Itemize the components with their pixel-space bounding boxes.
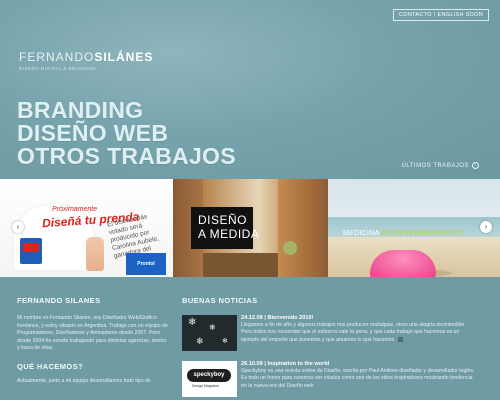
headline-line-branding: BRANDING: [17, 97, 144, 123]
news-item: speckyboy Design Magazine 26.10.09 | Ins…: [182, 361, 478, 397]
mannequin-image: [86, 237, 104, 271]
product-box-image: Prontol: [126, 253, 166, 275]
news-text-content: Speckyboy es una revista online de Diseñ…: [241, 368, 475, 389]
slider-next-icon[interactable]: ›: [480, 221, 492, 233]
what-title: QUÉ HACEMOS?: [17, 361, 84, 371]
speckyboy-logo: speckyboy: [187, 369, 231, 382]
contact-link[interactable]: CONTACTO: [399, 12, 432, 18]
news-title: BUENAS NOTICIAS: [182, 296, 258, 305]
product-bag-image: [20, 238, 42, 264]
news-text-content: Llegamos a fin de año y algunos trabajos…: [241, 322, 466, 343]
slider-prev-icon[interactable]: ‹: [12, 221, 24, 233]
page: CONTACTO | ENGLISH SOON FERNANDOSILÁNES …: [0, 0, 500, 400]
recent-works-link[interactable]: ÚLTIMOS TRABAJOS ›: [402, 162, 479, 169]
news-body: 24.12.09 | Bienvenido 2010! Llegamos a f…: [241, 315, 478, 351]
speckyboy-tagline: Design Magazine: [192, 384, 220, 388]
news-body: 26.10.09 | Inspiration to the world Spec…: [241, 361, 478, 397]
news-item: ❄ ❄ ❄ ❄ 24.12.09 | Bienvenido 2010! Lleg…: [182, 315, 478, 351]
snowflake-icon: ❄: [188, 317, 197, 328]
slide3-label: MEDICINA ANTIENVEJECIMIENTO: [343, 230, 464, 237]
nav-separator: |: [433, 12, 436, 18]
slide3-word1: MEDICINA: [343, 230, 380, 237]
slide2-label-line1: DISEÑO: [198, 213, 248, 227]
header-hero: CONTACTO | ENGLISH SOON FERNANDOSILÁNES …: [0, 0, 500, 180]
brand-name-last: SILÁNES: [94, 50, 154, 64]
news-text: Llegamos a fin de año y algunos trabajos…: [241, 322, 478, 344]
recent-works-label: ÚLTIMOS TRABAJOS: [401, 162, 469, 169]
slide-disena-tu-prenda[interactable]: Próximamente Diseñá tu prenda El diseño …: [0, 179, 173, 277]
about-text: Mi nombre es Fernando Silanes, soy Diseñ…: [17, 315, 168, 352]
top-nav: CONTACTO | ENGLISH SOON: [393, 9, 489, 21]
brand-logo[interactable]: FERNANDOSILÁNES: [19, 50, 153, 64]
about-column: FERNANDO SILANES Mi nombre es Fernando S…: [17, 296, 169, 386]
hero-headline: BRANDING DISEÑO WEB OTROS TRABAJOS: [17, 99, 236, 168]
slide-diseno-a-medida[interactable]: DISEÑO A MEDIDA: [173, 179, 328, 277]
plant-image: [283, 241, 297, 255]
news-heading[interactable]: 26.10.09 | Inspiration to the world: [241, 361, 478, 367]
brand-name-first: FERNANDO: [19, 50, 95, 64]
news-column: BUENAS NOTICIAS ❄ ❄ ❄ ❄ 24.12.09 | Bienv…: [182, 296, 478, 397]
brand-subtitle: DISEÑO DIGITAL & BRANDING: [19, 66, 97, 71]
news-text: Speckyboy es una revista online de Diseñ…: [241, 368, 478, 390]
pink-tube-image: [370, 250, 436, 277]
snowflake-icon: ❄: [196, 336, 204, 346]
works-slider: Próximamente Diseñá tu prenda El diseño …: [0, 179, 500, 277]
counter-image: [203, 253, 278, 277]
english-link[interactable]: ENGLISH SOON: [438, 12, 483, 18]
headline-line-others: OTROS TRABAJOS: [17, 143, 236, 169]
read-more-icon[interactable]: [397, 336, 403, 342]
arrow-circle-icon: ›: [472, 162, 479, 169]
content-area: FERNANDO SILANES Mi nombre es Fernando S…: [0, 277, 500, 400]
slide3-word2: ANTIENVEJECIMIENTO: [381, 230, 464, 237]
about-title: FERNANDO SILANES: [17, 296, 101, 305]
slide2-label: DISEÑO A MEDIDA: [191, 207, 260, 249]
headline-line-web: DISEÑO WEB: [17, 120, 169, 146]
snowflake-icon: ❄: [209, 323, 216, 332]
news-heading[interactable]: 24.12.09 | Bienvenido 2010!: [241, 315, 478, 321]
door-image-right: [278, 179, 318, 277]
speckyboy-thumbnail[interactable]: speckyboy Design Magazine: [182, 361, 237, 397]
slide2-label-line2: A MEDIDA: [198, 227, 260, 241]
snowflake-thumbnail[interactable]: ❄ ❄ ❄ ❄: [182, 315, 237, 351]
snowflake-icon: ❄: [222, 338, 228, 345]
what-text: Actualmente, junto a mi equipo desarroll…: [17, 377, 151, 384]
slide-medicina[interactable]: MEDICINA ANTIENVEJECIMIENTO: [328, 179, 500, 277]
